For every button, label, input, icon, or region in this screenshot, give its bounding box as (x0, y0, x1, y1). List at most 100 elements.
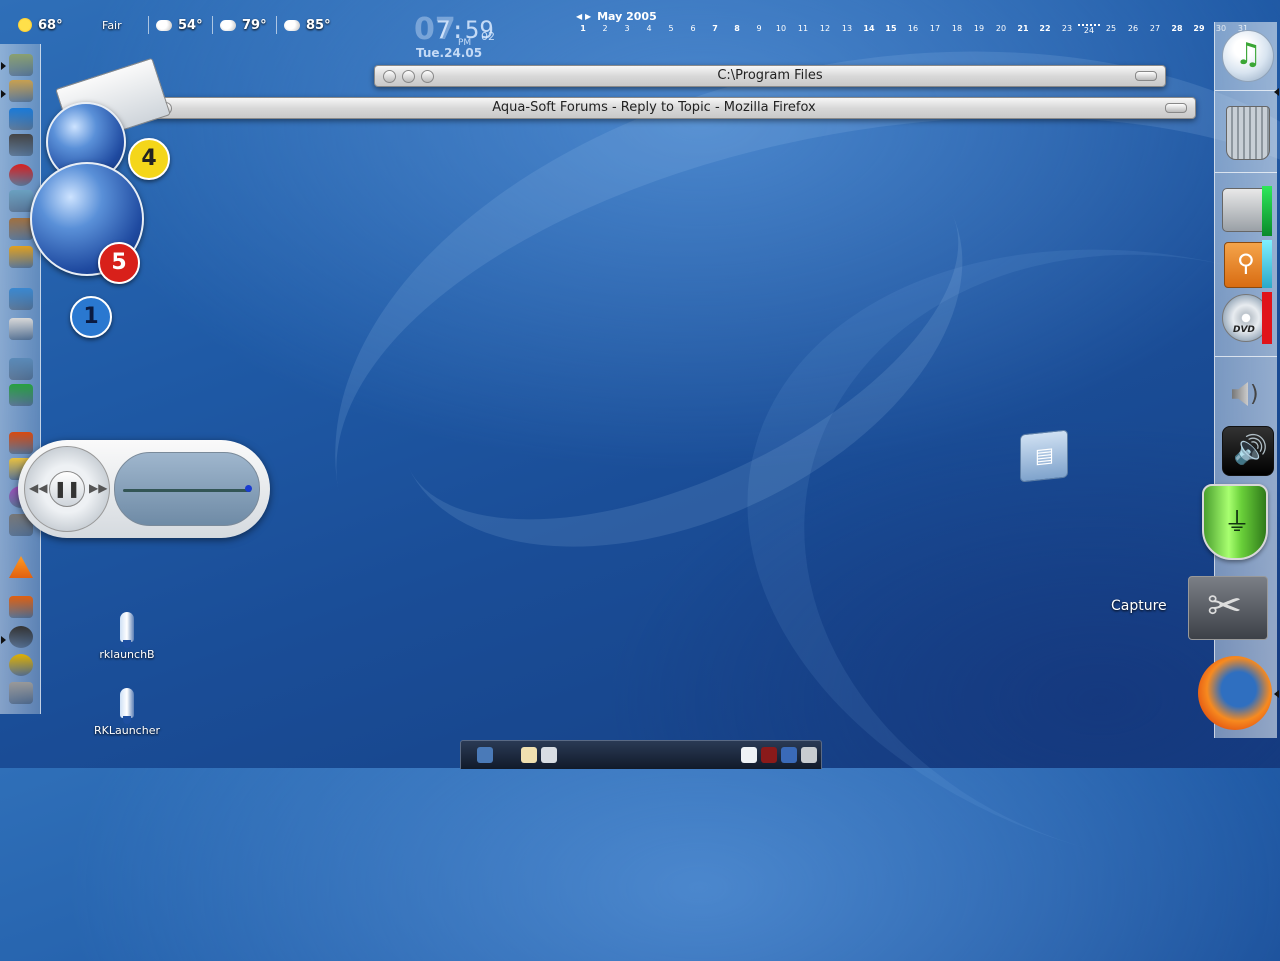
calendar-day[interactable]: 22 (1034, 24, 1056, 35)
weather-temp: 85° (306, 17, 331, 33)
system-icon[interactable] (9, 682, 33, 704)
weather-separator (212, 16, 213, 34)
network-computers-icon[interactable] (9, 358, 33, 380)
calendar-day[interactable]: 21 (1012, 24, 1034, 35)
calendar-day[interactable]: 13 (836, 24, 858, 35)
calendar-day[interactable]: 2 (594, 24, 616, 35)
desktop-icon-rklauncher[interactable]: RKLauncher (92, 688, 162, 737)
calendar-day[interactable]: 20 (990, 24, 1012, 35)
calendar-day[interactable]: 28 (1166, 24, 1188, 35)
folder-icon[interactable]: ▤ (1020, 429, 1068, 483)
vlc-cone-icon[interactable] (9, 556, 33, 578)
drive-usage-meter (1262, 292, 1272, 344)
rocket-icon (120, 688, 134, 724)
calendar-day[interactable]: 9 (748, 24, 770, 35)
drive-usage-meter (1262, 240, 1272, 288)
calendar-day[interactable]: 1 (572, 24, 594, 35)
skype-icon[interactable] (9, 164, 33, 186)
window-program-files[interactable]: C:\Program Files (374, 65, 1166, 87)
terminal-icon[interactable] (9, 54, 33, 76)
volume-icon[interactable]: 🔊 (1222, 426, 1274, 476)
calendar-day[interactable]: 8 (726, 24, 748, 35)
steam-icon[interactable] (9, 626, 33, 648)
folder-icon[interactable] (541, 747, 557, 763)
calendar-day[interactable]: 26 (1122, 24, 1144, 35)
shade-toggle-button[interactable] (1135, 71, 1157, 81)
wallpaper-swoosh (280, 0, 1280, 821)
dock-divider (1215, 172, 1277, 173)
bottom-taskbar (460, 740, 822, 769)
previous-track-icon[interactable]: ◀◀ (29, 481, 47, 495)
phone-icon[interactable] (9, 384, 33, 406)
shade-toggle-button[interactable] (1165, 103, 1187, 113)
weather-temp: 79° (242, 17, 267, 33)
tools-icon[interactable] (9, 190, 33, 212)
calendar-day[interactable]: 29 (1188, 24, 1210, 35)
floppy-save-icon[interactable] (9, 134, 33, 156)
word-icon[interactable] (9, 288, 33, 310)
start-icon[interactable] (477, 747, 493, 763)
pause-button[interactable]: ❚❚ (49, 471, 85, 507)
calendar-nav-arrows[interactable]: ◀ ▶ (576, 12, 591, 21)
calendar-day[interactable]: 14 (858, 24, 880, 35)
itunes-icon[interactable]: ♫ (1222, 30, 1274, 82)
weather-separator (148, 16, 149, 34)
capture-label: Capture (1111, 598, 1167, 614)
weather-item: 79° (220, 14, 267, 36)
radio-icon[interactable] (9, 596, 33, 618)
calendar-day[interactable]: 18 (946, 24, 968, 35)
acrobat-icon[interactable] (9, 318, 33, 340)
desktop-icon-label: RKLauncher (94, 724, 160, 737)
calendar-day[interactable]: 3 (616, 24, 638, 35)
progress-track[interactable] (123, 489, 251, 492)
window-firefox[interactable]: Aqua-Soft Forums - Reply to Topic - Mozi… (112, 97, 1196, 119)
calendar-day[interactable]: 11 (792, 24, 814, 35)
battery-icon[interactable]: ⏚ (1202, 484, 1268, 560)
mac-finder-icon[interactable] (781, 747, 797, 763)
clock-seconds: 02 (481, 30, 495, 43)
document-icon[interactable] (521, 747, 537, 763)
calendar-day[interactable]: 12 (814, 24, 836, 35)
app-icon[interactable] (801, 747, 817, 763)
internet-explorer-icon[interactable] (9, 108, 33, 130)
next-track-icon[interactable]: ▶▶ (89, 481, 107, 495)
calendar-day[interactable]: 16 (902, 24, 924, 35)
calendar-day[interactable]: 19 (968, 24, 990, 35)
firefox-icon[interactable] (1198, 656, 1272, 730)
trash-icon[interactable] (1226, 106, 1270, 160)
running-indicator-icon (1, 636, 6, 644)
network-icon[interactable] (9, 80, 33, 102)
calendar-day[interactable]: 10 (770, 24, 792, 35)
desktop-icon-label: rklaunchB (99, 648, 155, 661)
app-icon[interactable] (761, 747, 777, 763)
weather-item: 85° (284, 14, 331, 36)
calendar-day[interactable]: 5 (660, 24, 682, 35)
running-indicator-icon (1274, 88, 1279, 96)
running-indicator-icon (1274, 690, 1279, 698)
speaker-icon[interactable]: ) (1226, 372, 1270, 416)
scissors-capture-icon[interactable]: ✂ (1188, 576, 1268, 640)
rocket-icon (120, 612, 134, 648)
mail-count-badge: 4 (128, 138, 170, 180)
powerpoint-icon[interactable] (9, 432, 33, 454)
office-icon[interactable] (9, 246, 33, 268)
weather-separator (276, 16, 277, 34)
calendar-day-today[interactable]: 24 (1078, 24, 1100, 35)
calendar-day[interactable]: 15 (880, 24, 902, 35)
calendar-day[interactable]: 7 (704, 24, 726, 35)
calendar-day[interactable]: 23 (1056, 24, 1078, 35)
weather-condition-label: Fair (102, 18, 122, 32)
progress-knob[interactable] (245, 485, 252, 492)
clock-date: Tue.24.05 (416, 46, 483, 60)
calendar-day[interactable]: 6 (682, 24, 704, 35)
calendar-day[interactable]: 27 (1144, 24, 1166, 35)
mail-count-badge: 5 (98, 242, 140, 284)
desktop-icon-rklaunchb[interactable]: rklaunchB (92, 612, 162, 661)
winamp-icon[interactable] (9, 654, 33, 676)
calendar-day[interactable]: 25 (1100, 24, 1122, 35)
calendar-header: ◀ ▶ May 2005 (576, 10, 657, 23)
weather-temp: 54° (178, 17, 203, 33)
calendar-day[interactable]: 4 (638, 24, 660, 35)
window-icon[interactable] (741, 747, 757, 763)
calendar-day[interactable]: 17 (924, 24, 946, 35)
